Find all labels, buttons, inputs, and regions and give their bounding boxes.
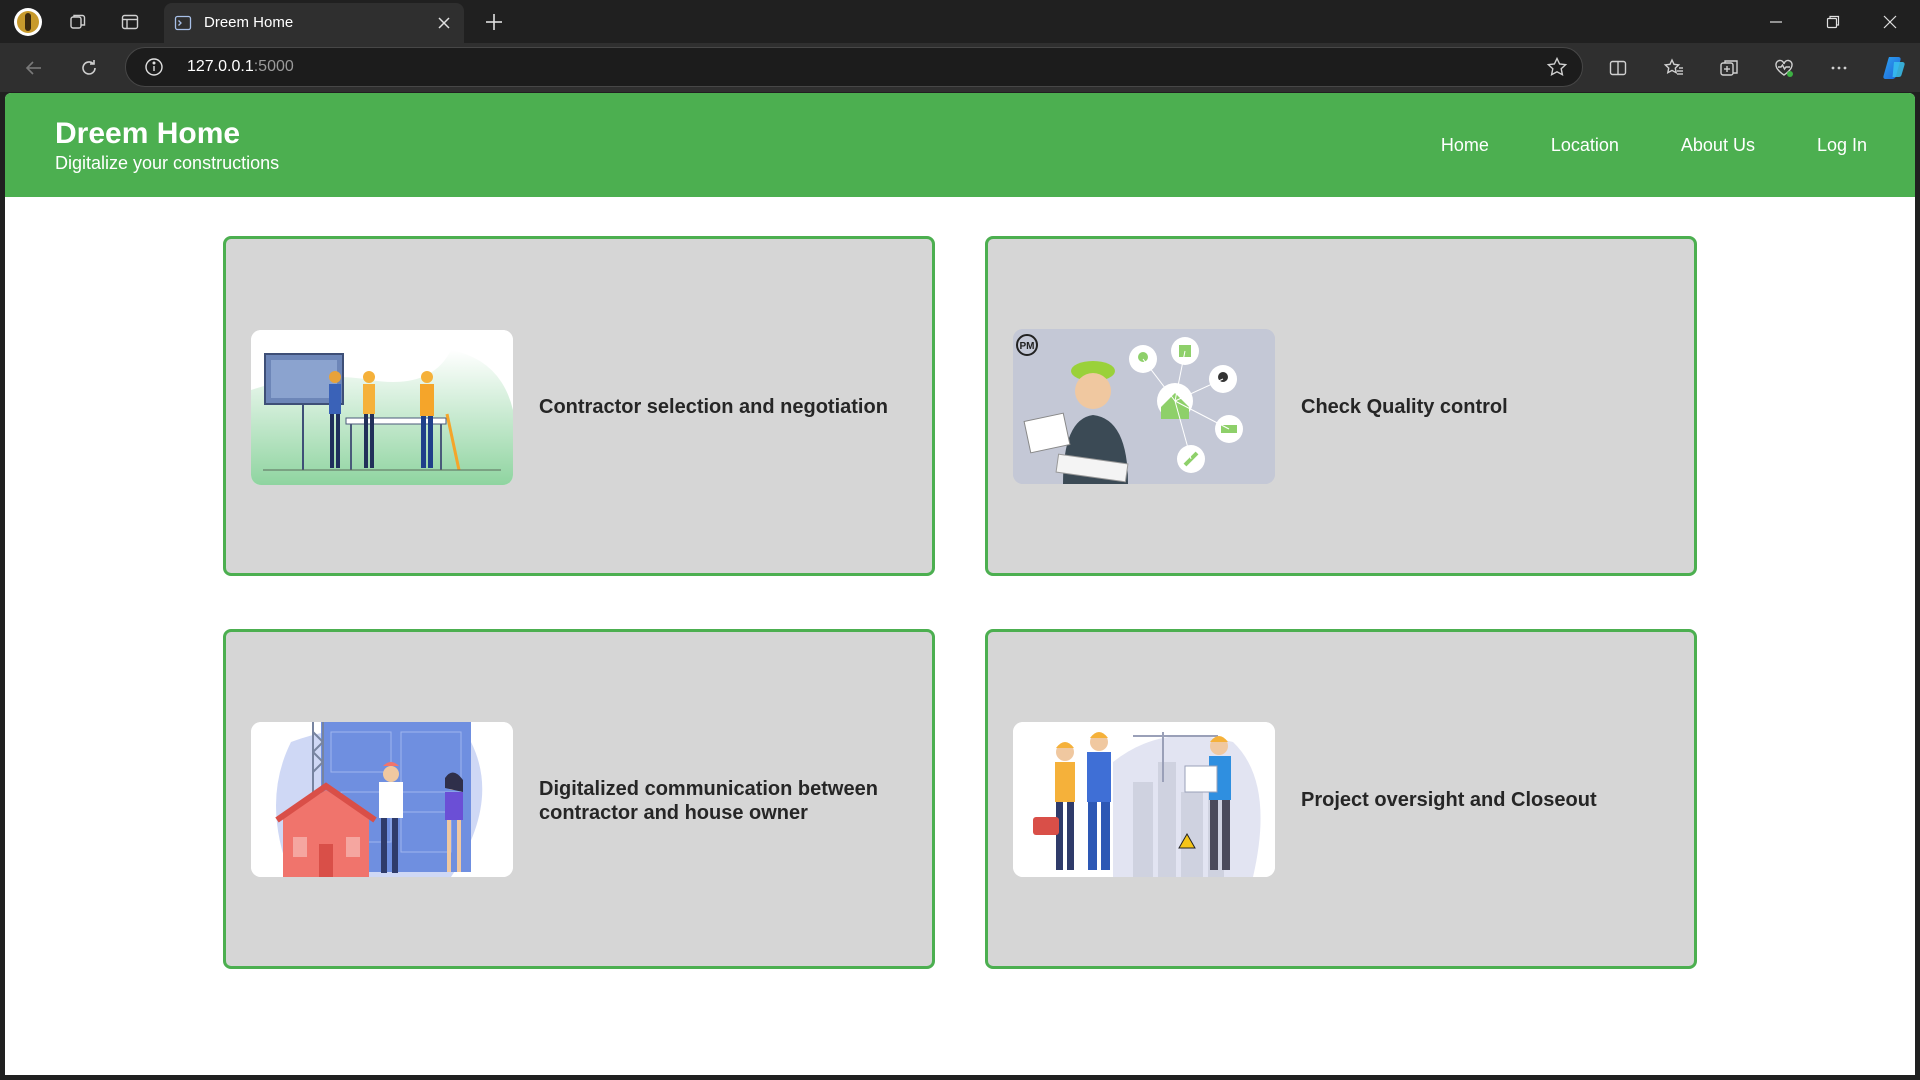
url-host: 127.0.0.1 [187,58,254,75]
more-options-icon[interactable] [1822,51,1856,85]
service-card-contractor-selection[interactable]: Contractor selection and negotiation [223,236,935,576]
url-port: :5000 [253,58,294,75]
close-window-icon[interactable] [1862,0,1918,43]
project-manager-illustration: PM [1013,329,1275,484]
card-label: Check Quality control [1301,396,1508,418]
favorites-icon[interactable] [1657,51,1691,85]
tab-close-icon[interactable] [432,11,456,35]
card-label: Project oversight and Closeout [1301,789,1597,811]
nav-location-link[interactable]: Location [1551,135,1619,156]
restore-window-icon[interactable] [1805,0,1861,43]
construction-team-illustration [1013,722,1275,877]
main-nav: Home Location About Us Log In [1379,93,1867,197]
site-tagline: Digitalize your constructions [55,153,280,173]
tab-dreem-home[interactable]: Dreem Home [164,3,464,43]
workspaces-icon[interactable] [62,6,94,38]
browser-essentials-icon[interactable] [1767,51,1801,85]
service-card-project-oversight[interactable]: Project oversight and Closeout [985,629,1697,969]
vertical-tabs-icon[interactable] [114,6,146,38]
site-info-icon[interactable] [144,57,164,77]
service-card-quality-control[interactable]: PM Check Quality control [985,236,1697,576]
refresh-icon[interactable] [72,51,106,85]
page-favicon-icon [174,14,192,32]
card-label: Digitalized communication between contra… [539,778,878,824]
browser-titlebar: Dreem Home [0,0,1920,43]
tab-title: Dreem Home [204,14,294,31]
service-card-digital-communication[interactable]: Digitalized communication between contra… [223,629,935,969]
site-header: Dreem Home Digitalize your constructions… [5,93,1915,197]
contractors-meeting-illustration [251,330,513,485]
url-text[interactable]: 127.0.0.1:5000 [187,58,294,76]
card-label: Contractor selection and negotiation [539,396,888,418]
nav-home-link[interactable]: Home [1441,135,1489,156]
split-screen-icon[interactable] [1601,51,1635,85]
site-title[interactable]: Dreem Home [55,117,240,151]
back-arrow-icon[interactable] [17,51,51,85]
nav-about-us-link[interactable]: About Us [1681,135,1755,156]
nav-log-in-link[interactable]: Log In [1817,135,1867,156]
collections-icon[interactable] [1712,51,1746,85]
copilot-icon[interactable] [1877,51,1911,85]
favorite-star-icon[interactable] [1546,56,1568,78]
browser-toolbar: 127.0.0.1:5000 [0,43,1920,92]
new-tab-plus-icon[interactable] [478,6,510,38]
svg-text:PM: PM [1020,341,1035,352]
profile-avatar-icon[interactable] [12,6,44,38]
page-viewport: Dreem Home Digitalize your constructions… [5,93,1915,1075]
house-blueprint-illustration [251,722,513,877]
address-bar[interactable]: 127.0.0.1:5000 [125,47,1583,87]
minimize-window-icon[interactable] [1748,0,1804,43]
